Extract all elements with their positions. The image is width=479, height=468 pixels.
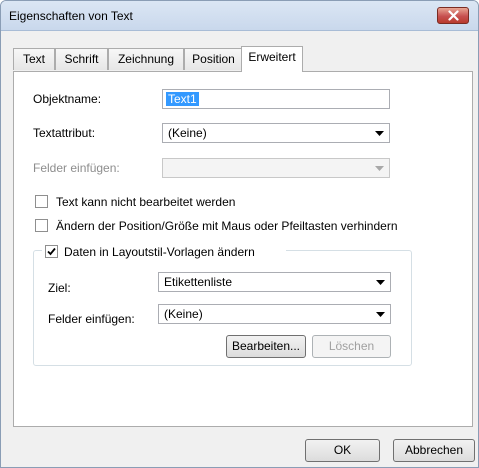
objektname-value: Text1 xyxy=(166,92,199,106)
tab-panel-erweitert: Objektname: Text1 Textattribut: (Keine) … xyxy=(13,71,473,427)
group-felder-value: (Keine) xyxy=(164,307,203,321)
layout-style-checkbox[interactable] xyxy=(45,245,58,258)
textattribut-value: (Keine) xyxy=(168,126,207,140)
lock-text-checkbox[interactable] xyxy=(35,195,48,208)
objektname-label: Objektname: xyxy=(33,92,102,106)
dialog-window: Eigenschaften von Text Text Schrift Zeic… xyxy=(0,0,479,468)
tab-text[interactable]: Text xyxy=(13,48,55,70)
abbrechen-button[interactable]: Abbrechen xyxy=(393,439,475,462)
tab-strip: Text Schrift Zeichnung Position Erweiter… xyxy=(13,46,473,72)
tab-schrift[interactable]: Schrift xyxy=(55,48,108,70)
title-bar: Eigenschaften von Text xyxy=(1,1,478,31)
chevron-down-icon xyxy=(371,125,388,141)
lock-position-checkbox[interactable] xyxy=(35,219,48,232)
close-button[interactable] xyxy=(437,7,469,24)
chevron-down-icon xyxy=(372,274,389,290)
tab-zeichnung[interactable]: Zeichnung xyxy=(108,48,184,70)
ziel-label: Ziel: xyxy=(48,281,71,295)
checkmark-icon xyxy=(47,247,56,256)
ziel-dropdown[interactable]: Etikettenliste xyxy=(158,272,391,292)
chevron-down-icon xyxy=(371,160,388,176)
objektname-input[interactable]: Text1 xyxy=(162,89,390,109)
felder-einfuegen-label: Felder einfügen: xyxy=(33,161,120,175)
group-felder-dropdown[interactable]: (Keine) xyxy=(158,304,391,324)
chevron-down-icon xyxy=(372,306,389,322)
ziel-value: Etikettenliste xyxy=(164,275,233,289)
loeschen-button[interactable]: Löschen xyxy=(312,335,391,358)
textattribut-label: Textattribut: xyxy=(33,126,96,140)
groupbox-header: Daten in Layoutstil-Vorlagen ändern xyxy=(42,243,286,259)
lock-position-label: Ändern der Position/Größe mit Maus oder … xyxy=(56,219,398,233)
tab-position[interactable]: Position xyxy=(184,48,243,70)
ok-button[interactable]: OK xyxy=(305,439,380,462)
felder-einfuegen-dropdown[interactable] xyxy=(162,158,390,178)
close-icon xyxy=(447,10,459,21)
lock-text-label: Text kann nicht bearbeitet werden xyxy=(56,195,236,209)
textattribut-dropdown[interactable]: (Keine) xyxy=(162,123,390,143)
group-felder-label: Felder einfügen: xyxy=(48,312,135,326)
window-title: Eigenschaften von Text xyxy=(9,9,133,23)
layout-style-label: Daten in Layoutstil-Vorlagen ändern xyxy=(64,245,255,259)
tab-erweitert[interactable]: Erweitert xyxy=(241,46,303,72)
bearbeiten-button[interactable]: Bearbeiten... xyxy=(226,335,306,358)
